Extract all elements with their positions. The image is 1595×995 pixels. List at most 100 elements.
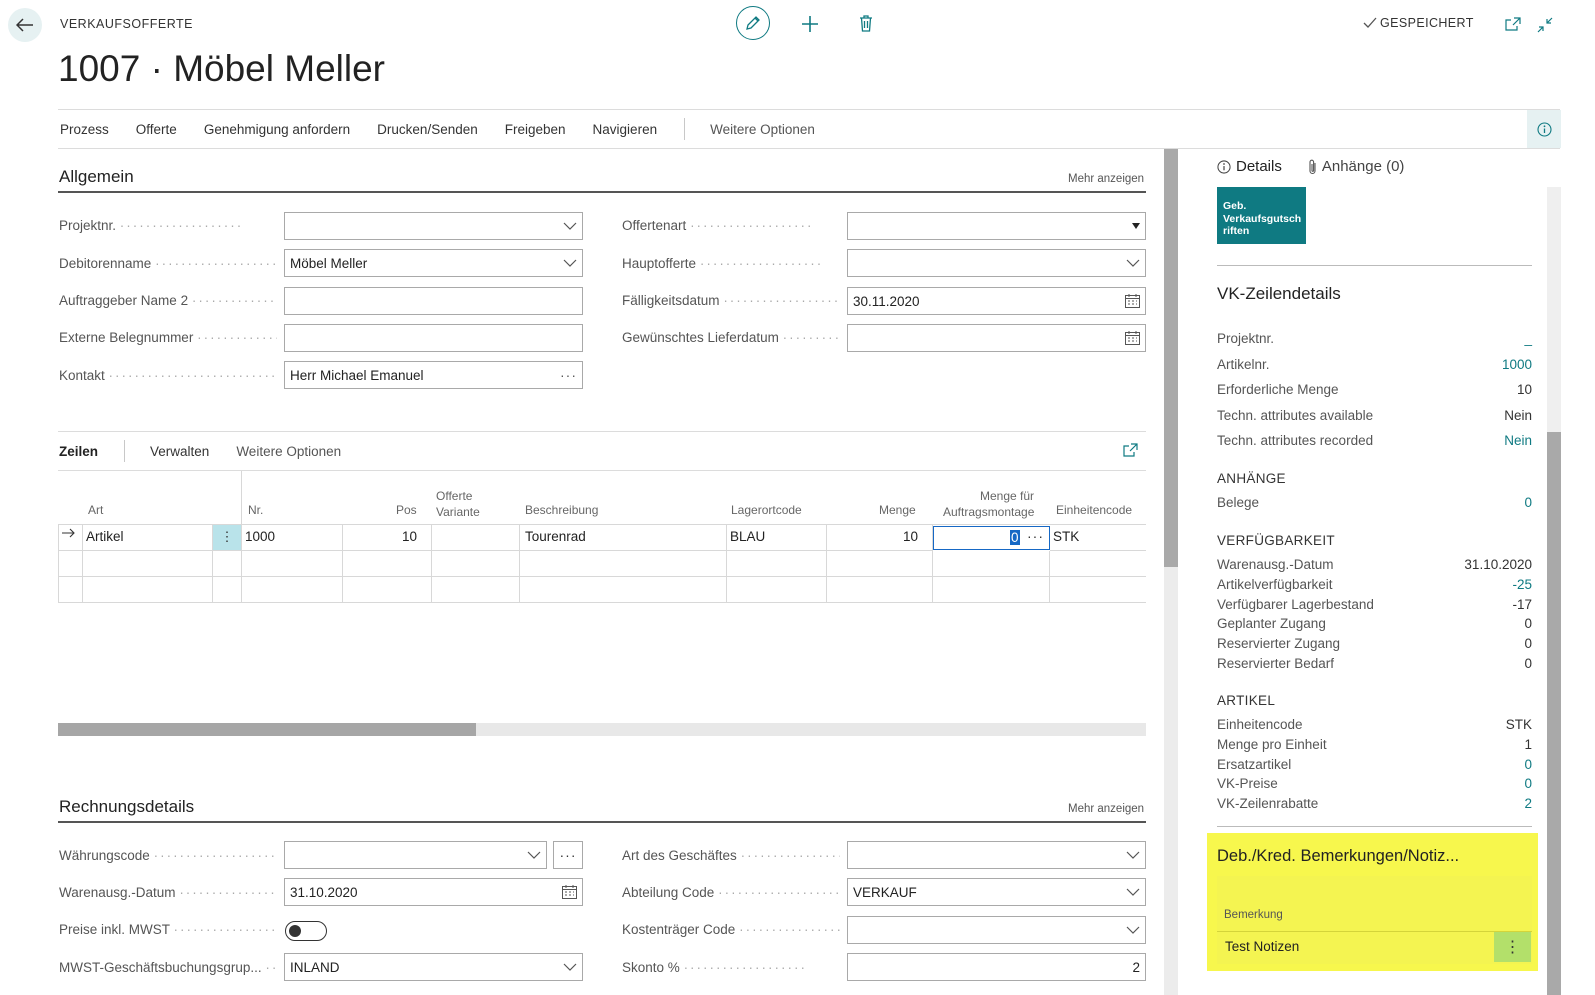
- action-genehmigung[interactable]: Genehmigung anfordern: [204, 122, 350, 137]
- cell-pos[interactable]: 10: [343, 525, 432, 551]
- externe-belegnummer-input[interactable]: [284, 324, 583, 352]
- kostentraeger-code-dropdown[interactable]: [847, 916, 1146, 944]
- detail-value-link[interactable]: _: [1524, 331, 1532, 346]
- detail-value-link[interactable]: 2: [1524, 796, 1532, 811]
- col-header-nr[interactable]: Nr.: [248, 503, 263, 517]
- action-offerte[interactable]: Offerte: [136, 122, 177, 137]
- row-menu-button[interactable]: ⋮: [213, 525, 242, 551]
- edit-button[interactable]: [736, 6, 770, 40]
- action-verwalten[interactable]: Verwalten: [150, 444, 209, 459]
- notes-row-text[interactable]: Test Notizen: [1225, 939, 1299, 954]
- action-prozess[interactable]: Prozess: [60, 122, 109, 137]
- main-vertical-scroll-thumb[interactable]: [1164, 149, 1178, 567]
- lieferdatum-input[interactable]: [847, 324, 1146, 352]
- empty-row-cell[interactable]: [213, 577, 242, 603]
- empty-row-cell[interactable]: [432, 551, 520, 577]
- hauptofferte-dropdown[interactable]: [847, 249, 1146, 277]
- cell-variante[interactable]: [432, 525, 520, 551]
- cell-menge[interactable]: 10: [827, 525, 933, 551]
- factbox-vertical-scroll-thumb[interactable]: [1547, 432, 1561, 995]
- empty-row-cell[interactable]: [1050, 551, 1146, 577]
- offertenart-select[interactable]: [847, 212, 1146, 240]
- col-header-einheitencode[interactable]: Einheitencode: [1056, 503, 1132, 517]
- ellipsis-icon[interactable]: ···: [1027, 528, 1044, 544]
- empty-row-cell[interactable]: [58, 577, 83, 603]
- action-more-options[interactable]: Weitere Optionen: [710, 122, 815, 137]
- notes-row-menu-button[interactable]: ⋮: [1494, 932, 1531, 962]
- empty-row-cell[interactable]: [242, 551, 343, 577]
- notes-factbox-title[interactable]: Deb./Kred. Bemerkungen/Notiz...: [1217, 847, 1459, 866]
- open-new-window-button[interactable]: [1505, 17, 1521, 31]
- col-header-lagerortcode[interactable]: Lagerortcode: [731, 503, 802, 517]
- cell-art[interactable]: Artikel: [83, 525, 213, 551]
- col-header-menge[interactable]: Menge: [879, 503, 916, 517]
- auftragsmontage-value[interactable]: 0: [1010, 530, 1020, 545]
- calendar-icon[interactable]: [562, 885, 577, 899]
- cell-beschreibung[interactable]: Tourenrad: [520, 525, 727, 551]
- projektnr-dropdown[interactable]: [284, 212, 583, 240]
- lines-more-options[interactable]: Weitere Optionen: [236, 444, 341, 459]
- auftraggeber-name-2-input[interactable]: [284, 287, 583, 315]
- empty-row-cell[interactable]: [827, 551, 933, 577]
- lines-horizontal-scroll-thumb[interactable]: [58, 723, 476, 736]
- empty-row-cell[interactable]: [520, 577, 727, 603]
- detail-value-link[interactable]: 1000: [1502, 357, 1532, 372]
- action-navigieren[interactable]: Navigieren: [593, 122, 658, 137]
- art-des-geschaeftes-dropdown[interactable]: [847, 841, 1146, 869]
- empty-row-cell[interactable]: [432, 577, 520, 603]
- ellipsis-icon[interactable]: ···: [560, 367, 577, 383]
- detail-value-link[interactable]: -25: [1512, 577, 1532, 592]
- empty-row-cell[interactable]: [83, 577, 213, 603]
- cell-lagerortcode[interactable]: BLAU: [727, 525, 827, 551]
- detail-value-link[interactable]: Nein: [1504, 433, 1532, 448]
- warenausg-datum-input[interactable]: 31.10.2020: [284, 878, 583, 906]
- empty-row-cell[interactable]: [727, 551, 827, 577]
- empty-row-cell[interactable]: [83, 551, 213, 577]
- empty-row-cell[interactable]: [520, 551, 727, 577]
- empty-row-cell[interactable]: [343, 577, 432, 603]
- kontakt-input[interactable]: Herr Michael Emanuel ···: [284, 361, 583, 389]
- calendar-icon[interactable]: [1125, 294, 1140, 308]
- row-indicator[interactable]: [58, 525, 83, 551]
- invoice-show-more-link[interactable]: Mehr anzeigen: [1068, 803, 1144, 815]
- back-button[interactable]: [8, 8, 42, 42]
- col-header-pos[interactable]: Pos: [396, 503, 417, 517]
- empty-row-cell[interactable]: [343, 551, 432, 577]
- abteilung-code-dropdown[interactable]: VERKAUF: [847, 878, 1146, 906]
- empty-row-cell[interactable]: [727, 577, 827, 603]
- waehrungscode-dropdown[interactable]: [284, 841, 547, 869]
- col-header-auftragsmontage[interactable]: Auftragsmontage: [943, 505, 1034, 519]
- action-freigeben[interactable]: Freigeben: [505, 122, 566, 137]
- mwst-geschaeftsbuchungsgruppe-dropdown[interactable]: INLAND: [284, 953, 583, 981]
- col-header-beschreibung[interactable]: Beschreibung: [525, 503, 598, 517]
- detail-value-link[interactable]: 0: [1524, 495, 1532, 510]
- general-show-more-link[interactable]: Mehr anzeigen: [1068, 173, 1144, 185]
- empty-row-cell[interactable]: [933, 551, 1050, 577]
- tab-zeilen[interactable]: Zeilen: [59, 444, 98, 459]
- debitorenname-dropdown[interactable]: Möbel Meller: [284, 249, 583, 277]
- col-header-menge-fuer[interactable]: Menge für: [980, 489, 1034, 503]
- cue-tile-verkaufsgutschriften[interactable]: Geb. Verkaufsgutsch riften: [1217, 187, 1306, 244]
- empty-row-cell[interactable]: [58, 551, 83, 577]
- detail-value-link[interactable]: 0: [1524, 776, 1532, 791]
- new-button[interactable]: [801, 15, 819, 33]
- faelligkeitsdatum-input[interactable]: 30.11.2020: [847, 287, 1146, 315]
- skonto-input[interactable]: 2: [847, 953, 1146, 981]
- empty-row-cell[interactable]: [242, 577, 343, 603]
- col-header-art[interactable]: Art: [88, 503, 103, 517]
- preise-inkl-mwst-toggle[interactable]: [285, 921, 327, 941]
- collapse-button[interactable]: [1537, 17, 1553, 33]
- empty-row-cell[interactable]: [213, 551, 242, 577]
- cell-nr[interactable]: 1000: [242, 525, 343, 551]
- delete-button[interactable]: [859, 15, 873, 32]
- factbox-toggle-button[interactable]: [1527, 110, 1561, 148]
- calendar-icon[interactable]: [1125, 331, 1140, 345]
- empty-row-cell[interactable]: [1050, 577, 1146, 603]
- action-drucken-senden[interactable]: Drucken/Senden: [377, 122, 478, 137]
- tab-anhaenge[interactable]: Anhänge (0): [1308, 158, 1404, 175]
- tab-details[interactable]: Details: [1217, 158, 1282, 175]
- cell-einheitencode[interactable]: STK: [1050, 525, 1146, 551]
- detail-value-link[interactable]: 0: [1524, 757, 1532, 772]
- empty-row-cell[interactable]: [827, 577, 933, 603]
- waehrungscode-lookup-button[interactable]: ···: [553, 841, 583, 869]
